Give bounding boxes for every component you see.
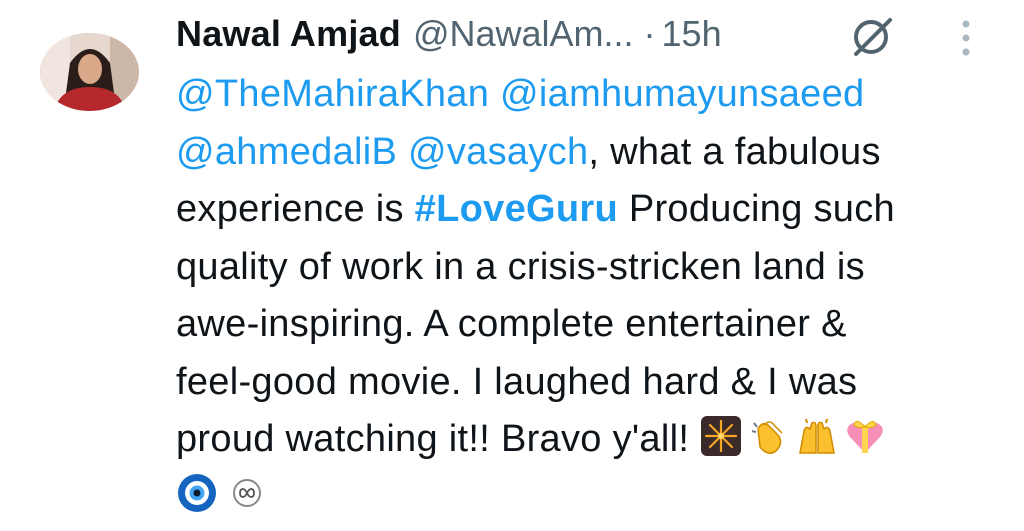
clapping-hands-emoji xyxy=(748,415,790,457)
tweet-line: feel-good movie. I laughed hard & I was xyxy=(176,360,858,403)
fireworks-emoji xyxy=(700,415,742,457)
tweet-line: @ahmedaliB @vasaych, what a fabulous xyxy=(176,124,1006,182)
raising-hands-emoji xyxy=(796,415,838,457)
infinity-emoji-icon xyxy=(232,478,262,508)
tweet-line: @TheMahiraKhan @iamhumayunsaeed xyxy=(176,66,1006,124)
nazar-amulet-emoji xyxy=(176,472,218,514)
tweet-line: awe-inspiring. A complete entertainer & xyxy=(176,303,847,345)
emoji-line xyxy=(176,472,262,514)
timestamp[interactable]: 15h xyxy=(662,13,722,55)
tweet-text-fragment: Producing such xyxy=(617,188,895,230)
mention-link[interactable]: @iamhumayunsaeed xyxy=(500,73,864,115)
mention-link[interactable]: @ahmedaliB xyxy=(176,131,397,173)
tweet-line: experience is #LoveGuru Producing such xyxy=(176,181,1006,239)
author-name[interactable]: Nawal Amjad xyxy=(176,13,401,55)
author-handle[interactable]: @NawalAm... xyxy=(413,13,634,55)
tweet-text-fragment: proud watching it!! Bravo y'all! xyxy=(176,418,701,460)
mention-link[interactable]: @TheMahiraKhan xyxy=(176,73,489,115)
more-vertical-icon[interactable] xyxy=(956,18,976,58)
tweet-text-fragment: experience is xyxy=(176,188,415,230)
mention-link[interactable]: @vasaych xyxy=(408,131,588,173)
heart-with-ribbon-emoji xyxy=(844,415,886,457)
tweet-header: Nawal Amjad @NawalAm... · 15h xyxy=(176,6,722,62)
tweet-card[interactable]: Nawal Amjad @NawalAm... · 15h @TheMahira… xyxy=(0,0,1024,531)
hashtag-link[interactable]: #LoveGuru xyxy=(415,188,618,230)
avatar[interactable] xyxy=(40,33,139,111)
tweet-line: quality of work in a crisis-stricken lan… xyxy=(176,245,865,288)
tweet-text-fragment: , what a fabulous xyxy=(588,130,881,173)
separator-dot: · xyxy=(643,13,656,54)
tweet-line: proud watching it!! Bravo y'all! xyxy=(176,411,1006,469)
tweet-text: @TheMahiraKhan @iamhumayunsaeed @ahmedal… xyxy=(176,66,1006,469)
grok-slash-icon[interactable] xyxy=(848,14,894,60)
